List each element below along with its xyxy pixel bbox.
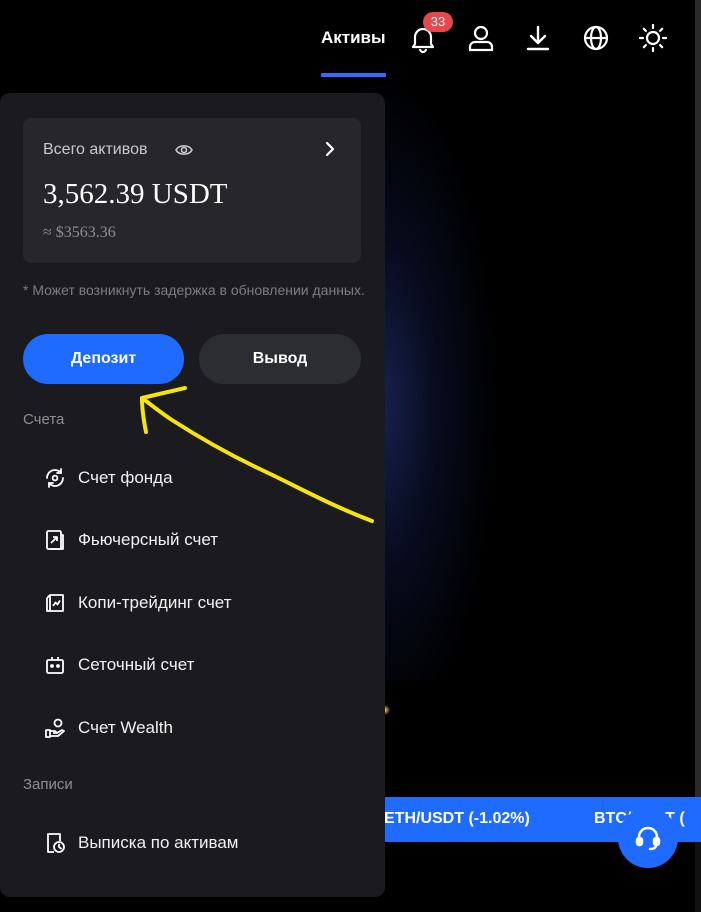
account-item-futures[interactable]: Фьючерсный счет	[44, 525, 218, 555]
sun-icon[interactable]	[637, 22, 669, 54]
scrollbar[interactable]	[695, 0, 701, 912]
total-assets-card[interactable]: Всего активов 3,562.39 USDT ≈ $3563.36	[23, 118, 361, 263]
account-item-grid[interactable]: Сеточный счет	[44, 650, 194, 680]
nav-assets-tab[interactable]: Активы	[321, 28, 386, 48]
active-tab-indicator	[321, 73, 386, 77]
download-icon[interactable]	[522, 22, 554, 54]
copy-trading-icon	[44, 592, 66, 614]
account-item-label: Счет Wealth	[78, 718, 173, 737]
user-icon[interactable]	[465, 22, 497, 54]
eye-icon[interactable]	[175, 141, 193, 159]
assets-dropdown: Всего активов 3,562.39 USDT ≈ $3563.36 *…	[0, 93, 385, 897]
account-item-copy-trading[interactable]: Копи-трейдинг счет	[44, 588, 231, 618]
withdraw-button[interactable]: Вывод	[199, 334, 361, 384]
account-item-label: Копи-трейдинг счет	[78, 593, 232, 612]
scrollbar-thumb[interactable]	[695, 0, 701, 800]
record-item-label: Выписка по активам	[78, 833, 239, 852]
total-assets-label: Всего активов	[43, 141, 148, 158]
headset-icon	[635, 826, 661, 851]
accounts-section-title: Счета	[23, 411, 65, 428]
notification-badge: 33	[423, 12, 453, 32]
delay-note: * Может возникнуть задержка в обновлении…	[23, 282, 365, 298]
account-item-wealth[interactable]: Счет Wealth	[44, 713, 173, 743]
account-item-fund[interactable]: Счет фонда	[44, 463, 173, 493]
ticker-item[interactable]: ETH/USDT (-1.02%)	[384, 810, 530, 828]
account-item-label: Сеточный счет	[78, 655, 195, 674]
top-nav: Активы 33	[0, 0, 701, 78]
futures-icon	[44, 529, 66, 551]
globe-icon[interactable]	[580, 22, 612, 54]
account-item-label: Фьючерсный счет	[78, 530, 219, 549]
fund-icon	[44, 467, 66, 489]
records-section-title: Записи	[23, 776, 73, 793]
total-assets-usd: ≈ $3563.36	[43, 224, 116, 241]
record-item-statement[interactable]: Выписка по активам	[44, 828, 238, 858]
support-button[interactable]	[618, 808, 678, 868]
deposit-button[interactable]: Депозит	[23, 334, 184, 384]
wealth-icon	[44, 717, 66, 739]
total-assets-amount: 3,562.39 USDT	[43, 178, 228, 210]
statement-icon	[44, 832, 66, 854]
account-item-label: Счет фонда	[78, 468, 173, 487]
grid-bot-icon	[44, 654, 66, 676]
chevron-right-icon[interactable]	[321, 140, 339, 158]
